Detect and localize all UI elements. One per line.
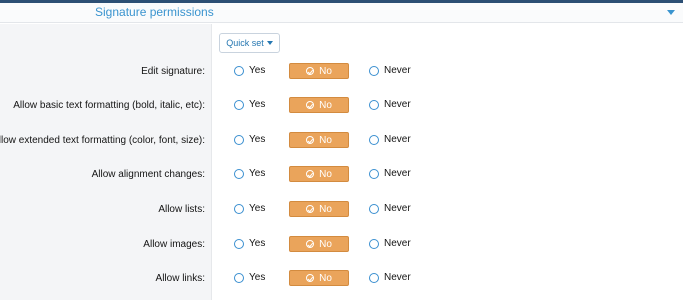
never-option[interactable]: Never [369, 65, 411, 76]
permission-row: Allow links: Yes No Never [0, 270, 683, 290]
permission-label: Allow alignment changes: [91, 169, 205, 180]
never-label: Never [384, 272, 411, 283]
no-label: No [319, 99, 332, 111]
radio-icon [369, 238, 379, 249]
no-option-selected[interactable]: No [289, 201, 349, 217]
radio-icon [234, 168, 244, 179]
permission-label: Allow links: [155, 273, 205, 284]
permission-row: Allow lists: Yes No Never [0, 201, 683, 221]
radio-icon [369, 134, 379, 145]
radio-icon [369, 168, 379, 179]
radio-icon [234, 134, 244, 145]
yes-label: Yes [249, 272, 266, 283]
no-option-selected[interactable]: No [289, 63, 349, 79]
radio-icon [369, 99, 379, 110]
yes-label: Yes [249, 134, 266, 145]
permission-row: Allow extended text formatting (color, f… [0, 132, 683, 152]
collapse-toggle-icon[interactable] [667, 10, 675, 15]
radio-icon [234, 99, 244, 110]
yes-option[interactable]: Yes [234, 203, 265, 214]
no-option-selected[interactable]: No [289, 97, 349, 113]
no-label: No [319, 65, 332, 77]
never-option[interactable]: Never [369, 134, 411, 145]
no-label: No [319, 203, 332, 215]
radio-icon [234, 65, 244, 76]
no-label: No [319, 168, 332, 180]
no-option-selected[interactable]: No [289, 270, 349, 286]
check-circle-icon [306, 67, 315, 75]
radio-icon [234, 238, 244, 249]
permission-row: Allow alignment changes: Yes No Never [0, 166, 683, 186]
no-label: No [319, 134, 332, 146]
permission-label: Allow lists: [158, 204, 205, 215]
permission-label: Allow basic text formatting (bold, itali… [13, 100, 205, 111]
never-label: Never [384, 99, 411, 110]
never-label: Never [384, 238, 411, 249]
never-option[interactable]: Never [369, 238, 411, 249]
check-circle-icon [306, 240, 315, 248]
yes-option[interactable]: Yes [234, 168, 265, 179]
yes-label: Yes [249, 238, 266, 249]
no-option-selected[interactable]: No [289, 132, 349, 148]
radio-icon [369, 203, 379, 214]
check-circle-icon [306, 205, 315, 213]
never-label: Never [384, 134, 411, 145]
check-circle-icon [306, 170, 315, 178]
no-label: No [319, 238, 332, 250]
yes-option[interactable]: Yes [234, 65, 265, 76]
permission-row: Allow images: Yes No Never [0, 236, 683, 256]
never-option[interactable]: Never [369, 272, 411, 283]
permission-row: Allow basic text formatting (bold, itali… [0, 97, 683, 117]
caret-down-icon [266, 41, 273, 45]
never-label: Never [384, 203, 411, 214]
section-header[interactable]: Signature permissions [0, 3, 683, 23]
yes-option[interactable]: Yes [234, 272, 265, 283]
no-label: No [319, 272, 332, 284]
yes-label: Yes [249, 203, 266, 214]
radio-icon [369, 65, 379, 76]
yes-label: Yes [249, 99, 266, 110]
permission-row: Edit signature: Yes No Never [0, 63, 683, 83]
radio-icon [234, 203, 244, 214]
yes-label: Yes [249, 168, 266, 179]
yes-option[interactable]: Yes [234, 238, 265, 249]
section-title: Signature permissions [95, 5, 214, 19]
yes-option[interactable]: Yes [234, 134, 265, 145]
no-option-selected[interactable]: No [289, 166, 349, 182]
never-label: Never [384, 168, 411, 179]
check-circle-icon [306, 101, 315, 109]
never-label: Never [384, 65, 411, 76]
never-option[interactable]: Never [369, 99, 411, 110]
radio-icon [234, 272, 244, 283]
permission-label: Edit signature: [141, 66, 205, 77]
quick-set-button[interactable]: Quick set [219, 33, 280, 53]
quick-set-label: Quick set [226, 38, 264, 48]
permission-label: Allow extended text formatting (color, f… [0, 135, 205, 146]
no-option-selected[interactable]: No [289, 236, 349, 252]
check-circle-icon [306, 136, 315, 144]
never-option[interactable]: Never [369, 168, 411, 179]
permission-label: Allow images: [143, 239, 205, 250]
radio-icon [369, 272, 379, 283]
yes-option[interactable]: Yes [234, 99, 265, 110]
yes-label: Yes [249, 65, 266, 76]
never-option[interactable]: Never [369, 203, 411, 214]
check-circle-icon [306, 274, 315, 282]
